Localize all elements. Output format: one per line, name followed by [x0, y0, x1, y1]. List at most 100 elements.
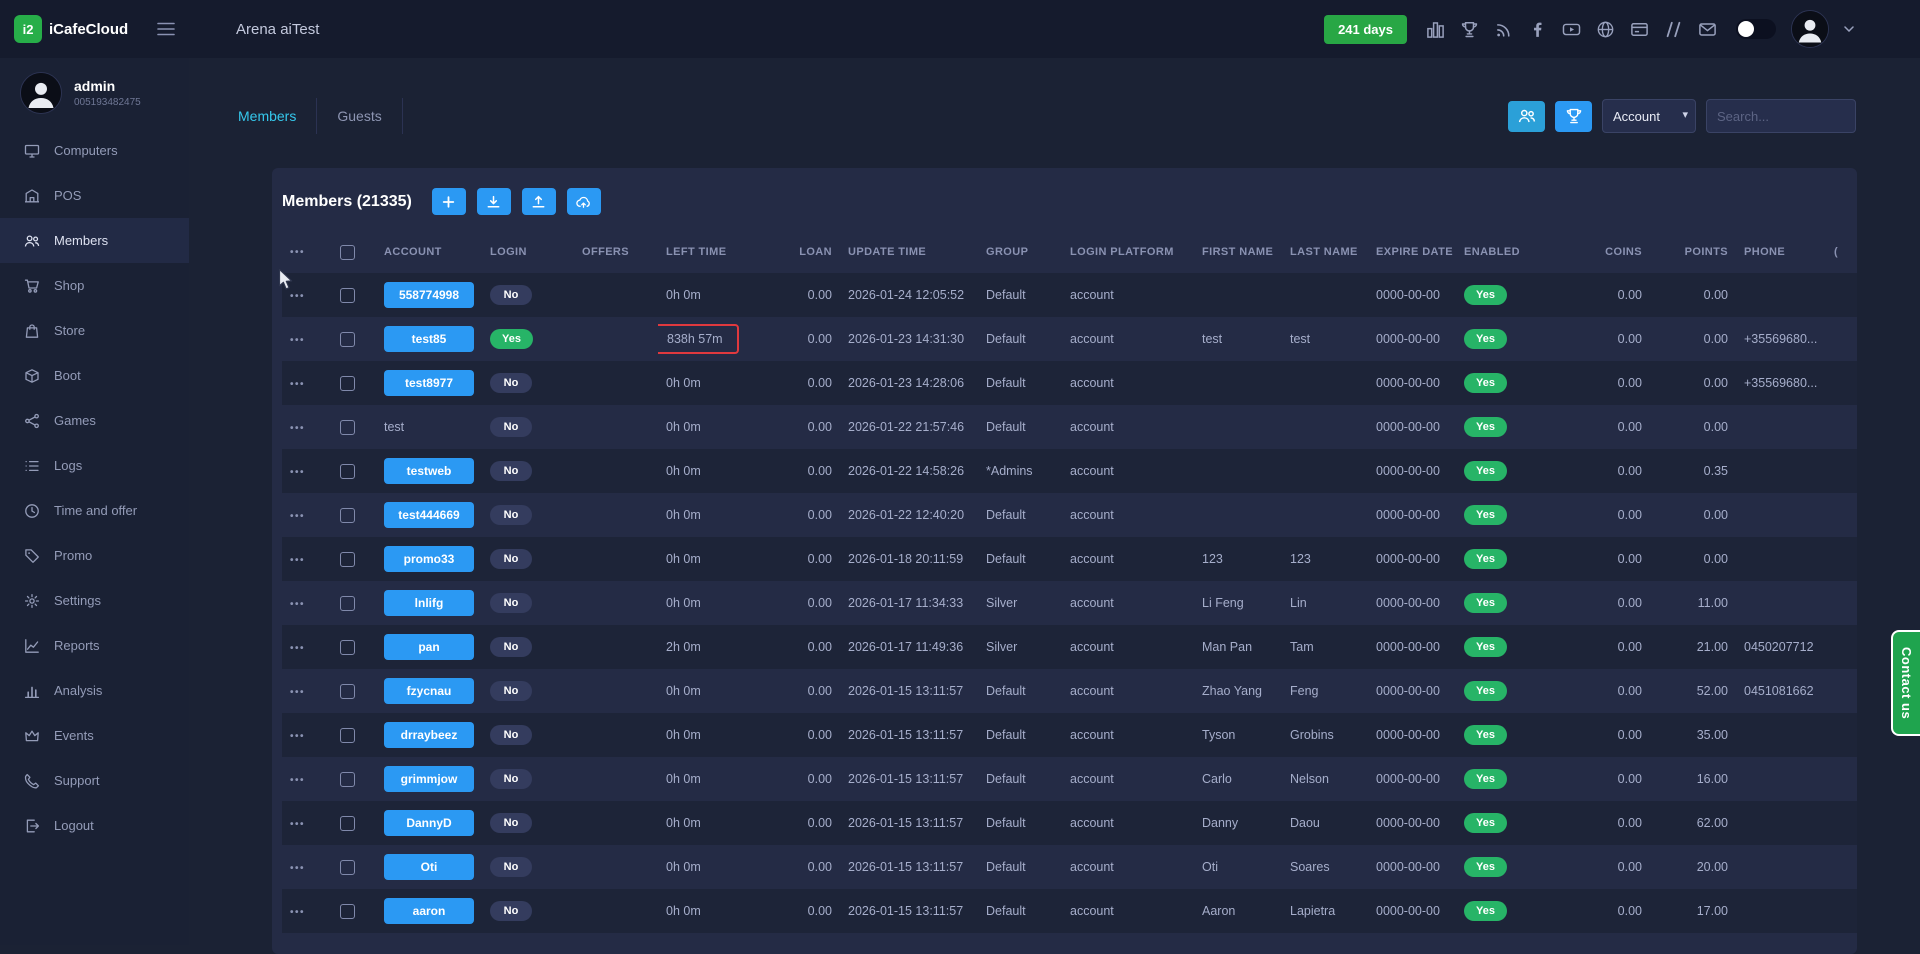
members-view-button[interactable]: [1508, 101, 1545, 132]
cell-group: Default: [978, 537, 1062, 581]
sidebar-item-shop[interactable]: Shop: [0, 263, 189, 308]
sidebar-item-support[interactable]: Support: [0, 758, 189, 803]
row-checkbox[interactable]: [340, 376, 355, 391]
rss-icon[interactable]: [1494, 20, 1513, 39]
account-button[interactable]: test8977: [384, 370, 474, 396]
sidebar-item-logout[interactable]: Logout: [0, 803, 189, 848]
sidebar-item-games[interactable]: Games: [0, 398, 189, 443]
account-button[interactable]: promo33: [384, 546, 474, 572]
row-checkbox[interactable]: [340, 552, 355, 567]
brand-logo[interactable]: i2 iCafeCloud: [14, 15, 128, 43]
account-button[interactable]: pan: [384, 634, 474, 660]
row-actions-icon[interactable]: •••: [290, 731, 305, 742]
account-button[interactable]: test85: [384, 326, 474, 352]
filter-type-select[interactable]: Account: [1602, 99, 1696, 133]
row-actions-icon[interactable]: •••: [290, 379, 305, 390]
sidebar-item-boot[interactable]: Boot: [0, 353, 189, 398]
table-wrapper: •••ACCOUNTLOGINOFFERSLEFT TIMELOANUPDATE…: [272, 231, 1857, 933]
youtube-icon[interactable]: [1562, 20, 1581, 39]
cell-group: Default: [978, 757, 1062, 801]
account-button[interactable]: grimmjow: [384, 766, 474, 792]
row-checkbox[interactable]: [340, 860, 355, 875]
menu-toggle-icon[interactable]: [157, 22, 175, 36]
account-button[interactable]: test444669: [384, 502, 474, 528]
cell-actions: •••: [282, 317, 332, 361]
contact-us-button[interactable]: Contact us: [1891, 630, 1920, 736]
cell-group: Silver: [978, 625, 1062, 669]
row-checkbox[interactable]: [340, 640, 355, 655]
row-actions-icon[interactable]: •••: [290, 687, 305, 698]
sidebar-item-settings[interactable]: Settings: [0, 578, 189, 623]
row-checkbox[interactable]: [340, 288, 355, 303]
row-actions-icon[interactable]: •••: [290, 643, 305, 654]
sidebar-item-events[interactable]: Events: [0, 713, 189, 758]
row-checkbox[interactable]: [340, 420, 355, 435]
row-checkbox[interactable]: [340, 728, 355, 743]
row-actions-icon[interactable]: •••: [290, 467, 305, 478]
row-actions-icon[interactable]: •••: [290, 555, 305, 566]
row-checkbox[interactable]: [340, 508, 355, 523]
member-row: •••testwebNo0h 0m0.002026-01-22 14:58:26…: [282, 449, 1857, 493]
row-actions-icon[interactable]: •••: [290, 775, 305, 786]
row-checkbox[interactable]: [340, 464, 355, 479]
license-days-badge[interactable]: 241 days: [1324, 15, 1407, 44]
row-actions-icon[interactable]: •••: [290, 291, 305, 302]
row-actions-icon[interactable]: •••: [290, 863, 305, 874]
sidebar-item-store[interactable]: Store: [0, 308, 189, 353]
sidebar-item-label: Computers: [54, 143, 118, 158]
search-input[interactable]: [1706, 99, 1856, 133]
trophy-icon[interactable]: [1460, 20, 1479, 39]
cell-loan: 0.00: [784, 405, 840, 449]
row-checkbox[interactable]: [340, 772, 355, 787]
row-checkbox[interactable]: [340, 596, 355, 611]
sidebar-item-analysis[interactable]: Analysis: [0, 668, 189, 713]
account-button[interactable]: testweb: [384, 458, 474, 484]
row-checkbox[interactable]: [340, 904, 355, 919]
profile-caret-icon[interactable]: [1844, 26, 1854, 32]
sidebar-item-time-and-offer[interactable]: Time and offer: [0, 488, 189, 533]
row-actions-icon[interactable]: •••: [290, 599, 305, 610]
column-header-login_platform: LOGIN PLATFORM: [1062, 231, 1194, 273]
tags-icon[interactable]: [1664, 20, 1683, 39]
row-actions-icon[interactable]: •••: [290, 511, 305, 522]
cell-login_platform: account: [1062, 757, 1194, 801]
account-button[interactable]: lnlifg: [384, 590, 474, 616]
row-actions-icon[interactable]: •••: [290, 423, 305, 434]
tab-members[interactable]: Members: [236, 98, 317, 134]
cloud-backup-button[interactable]: [567, 188, 601, 215]
sidebar-item-logs[interactable]: Logs: [0, 443, 189, 488]
sidebar-item-promo[interactable]: Promo: [0, 533, 189, 578]
add-member-button[interactable]: [432, 188, 466, 215]
tab-guests[interactable]: Guests: [317, 98, 402, 134]
select-all-checkbox[interactable]: [340, 245, 355, 260]
account-button[interactable]: aaron: [384, 898, 474, 924]
globe-icon[interactable]: [1596, 20, 1615, 39]
row-actions-icon[interactable]: •••: [290, 819, 305, 830]
sidebar-item-reports[interactable]: Reports: [0, 623, 189, 668]
podium-icon[interactable]: [1426, 20, 1445, 39]
account-button[interactable]: Oti: [384, 854, 474, 880]
ranking-button[interactable]: [1555, 101, 1592, 132]
row-checkbox[interactable]: [340, 332, 355, 347]
import-members-button[interactable]: [477, 188, 511, 215]
sidebar-item-computers[interactable]: Computers: [0, 128, 189, 173]
account-button[interactable]: drraybeez: [384, 722, 474, 748]
user-avatar[interactable]: [1791, 10, 1829, 48]
sidebar-item-label: Events: [54, 728, 94, 743]
account-button[interactable]: fzycnau: [384, 678, 474, 704]
row-checkbox[interactable]: [340, 684, 355, 699]
export-members-button[interactable]: [522, 188, 556, 215]
billing-icon[interactable]: [1630, 20, 1649, 39]
logout-icon: [24, 818, 40, 834]
mail-icon[interactable]: [1698, 20, 1717, 39]
row-actions-icon[interactable]: •••: [290, 907, 305, 918]
sidebar-item-pos[interactable]: POS: [0, 173, 189, 218]
row-checkbox[interactable]: [340, 816, 355, 831]
facebook-icon[interactable]: [1528, 20, 1547, 39]
row-actions-icon[interactable]: •••: [290, 335, 305, 346]
account-button[interactable]: DannyD: [384, 810, 474, 836]
cell-login_platform: account: [1062, 845, 1194, 889]
sidebar-item-members[interactable]: Members: [0, 218, 189, 263]
account-button[interactable]: 558774998: [384, 282, 474, 308]
theme-toggle[interactable]: [1736, 19, 1776, 39]
